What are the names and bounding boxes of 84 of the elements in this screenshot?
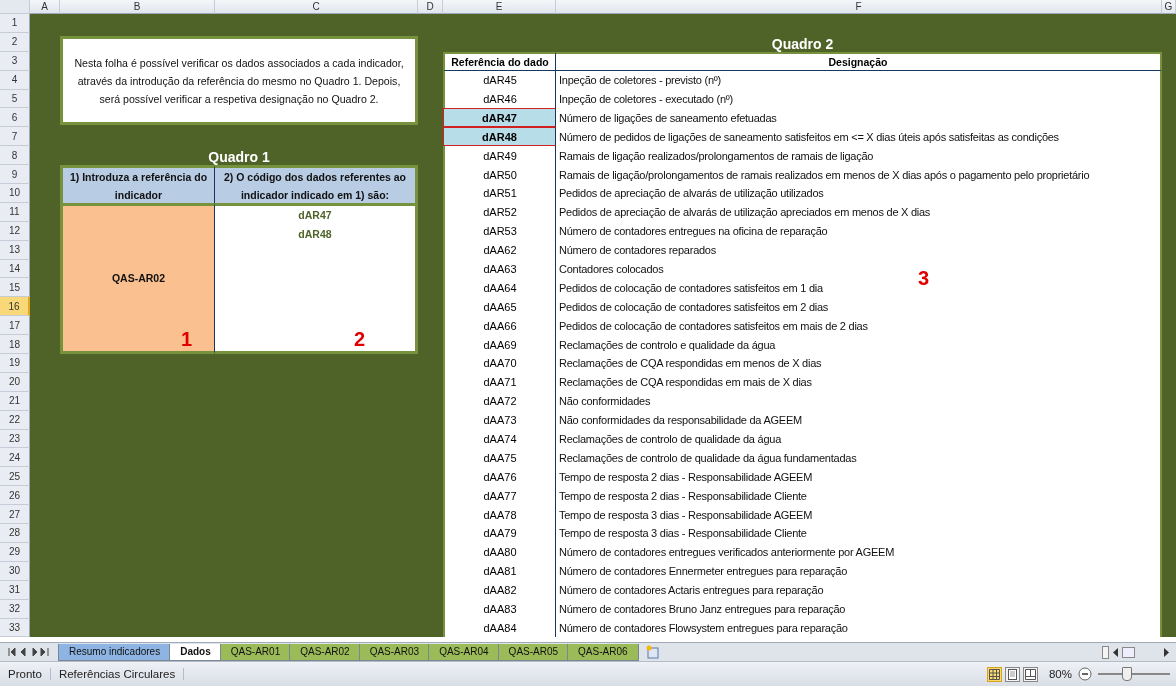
view-button[interactable] — [1022, 666, 1038, 682]
designation-cell: Tempo de resposta 3 dias - Responsabilidade Cliente — [556, 524, 1162, 543]
view-button[interactable] — [986, 666, 1002, 682]
sheet-tab[interactable]: QAS-AR02 — [289, 643, 361, 661]
designation-cell: Tempo de resposta 2 dias - Responsabilidade AGEEM — [556, 467, 1162, 487]
row-header[interactable]: 26 — [0, 486, 30, 506]
status-text: Pronto — [0, 668, 51, 681]
reference-cell: dAR47 — [443, 108, 556, 128]
reference-cell: dAA65 — [443, 297, 556, 317]
annotation-number: 3 — [918, 266, 930, 290]
designation-cell: Número de ligações de saneamento efetuadas — [556, 108, 1162, 128]
reference-cell: dAA76 — [443, 467, 556, 487]
row-header[interactable]: 15 — [0, 278, 30, 298]
reference-cell: dAA79 — [443, 524, 556, 543]
designation-cell: Pedidos de apreciação de alvarás de utilização utilizados — [556, 184, 1162, 203]
reference-cell: dAR50 — [443, 165, 556, 184]
page-break-icon — [1024, 668, 1036, 680]
table-header: 1) Introduza a referência do indicador — [60, 165, 215, 203]
reference-cell: dAA69 — [443, 335, 556, 355]
row-header[interactable]: 18 — [0, 335, 30, 355]
row-header[interactable]: 1 — [0, 14, 30, 33]
designation-cell: Tempo de resposta 2 dias - Responsabilidade Cliente — [556, 486, 1162, 506]
column-header[interactable]: A — [30, 0, 60, 14]
panel-title: Quadro 2 — [770, 34, 835, 52]
row-header[interactable]: 24 — [0, 448, 30, 468]
annotation-number: 1 — [180, 328, 192, 352]
designation-cell: Tempo de resposta 3 dias - Responsabilidade AGEEM — [556, 505, 1162, 525]
row-header[interactable]: 7 — [0, 127, 30, 147]
sheet-tab[interactable]: Dados — [169, 643, 222, 661]
row-header[interactable]: 27 — [0, 505, 30, 525]
sheet-tab[interactable]: QAS-AR01 — [219, 643, 292, 661]
column-header[interactable]: B — [60, 0, 215, 14]
reference-cell: dAA78 — [443, 505, 556, 525]
zoom-out-icon[interactable] — [1078, 667, 1092, 682]
sheet-tab[interactable]: QAS-AR05 — [497, 643, 570, 661]
reference-input-cell[interactable]: QAS-AR02 1 — [60, 202, 215, 355]
reference-cell: dAA64 — [443, 278, 556, 298]
row-header[interactable]: 16 — [0, 297, 30, 317]
table-header: 2) O código dos dados referentes ao indicador indicado em 1) são: — [215, 165, 418, 203]
column-header[interactable]: C — [215, 0, 418, 14]
row-header[interactable]: 10 — [0, 184, 30, 203]
instruction-text: Nesta folha é possível verificar os dados associados a cada indicador, através da introdução da referência do mesmo no Quadro 1. Depois, será possível verificar a respetiva designação no Quadro 2. — [60, 35, 418, 126]
view-button[interactable] — [1004, 666, 1020, 682]
sheet-tab[interactable]: QAS-AR04 — [428, 643, 500, 661]
designation-cell: Pedidos de colocação de contadores satisfeitos em mais de 2 dias — [556, 316, 1162, 336]
row-header[interactable]: 8 — [0, 146, 30, 166]
reference-cell: dAR49 — [443, 146, 556, 166]
status-text: Referências Circulares — [50, 668, 185, 681]
column-header[interactable]: F — [556, 0, 1162, 14]
designation-cell: Ramais de ligação/prolongamentos de ramais realizados em menos de X dias após o pagamento pelo proprietário — [556, 165, 1162, 184]
reference-cell: dAR51 — [443, 184, 556, 203]
reference-cell: dAA66 — [443, 316, 556, 336]
page-layout-icon — [1006, 668, 1018, 680]
reference-cell: dAA77 — [443, 486, 556, 506]
annotation-number: 2 — [353, 328, 365, 352]
designation-cell: Ramais de ligação realizados/prolongamentos de ramais de ligação — [556, 146, 1162, 166]
reference-cell: dAR48 — [443, 127, 556, 147]
designation-cell: Reclamações de controlo de qualidade da água fundamentadas — [556, 448, 1162, 468]
row-header[interactable]: 19 — [0, 354, 30, 373]
slider-thumb[interactable] — [1121, 667, 1132, 682]
row-header[interactable]: 17 — [0, 316, 30, 336]
code-cell-text: dAR47 — [298, 207, 332, 223]
sheet-tab[interactable]: QAS-AR03 — [358, 643, 431, 661]
normal-view-icon — [988, 668, 1000, 680]
column-header[interactable]: D — [418, 0, 443, 14]
row-header[interactable]: 6 — [0, 108, 30, 128]
zoom-level[interactable]: 80% — [1048, 668, 1072, 681]
designation-cell: Pedidos de colocação de contadores satisfeitos em 2 dias — [556, 297, 1162, 317]
reference-value: QAS-AR02 — [111, 272, 166, 285]
reference-cell: dAA70 — [443, 354, 556, 373]
sheet-tab[interactable]: Resumo indicadores — [58, 643, 172, 661]
designation-cell: Reclamações de controlo e qualidade da água — [556, 335, 1162, 355]
row-header[interactable]: 9 — [0, 165, 30, 184]
row-header[interactable]: 25 — [0, 467, 30, 487]
column-header[interactable]: E — [443, 0, 556, 14]
column-header[interactable]: G — [1162, 0, 1176, 14]
code-cell-text: dAR48 — [298, 226, 332, 242]
panel-title: Quadro 1 — [207, 148, 271, 166]
reference-cell: dAA75 — [443, 448, 556, 468]
row-header[interactable]: 28 — [0, 524, 30, 543]
designation-cell: Reclamações de CQA respondidas em menos de X dias — [556, 354, 1162, 373]
designation-cell: Número de pedidos de ligações de saneamento satisfeitos em <= X dias úteis após satisfeitas as condições — [556, 127, 1162, 147]
tab-navigation-drawing[interactable] — [8, 647, 52, 658]
sheet-tab[interactable]: QAS-AR06 — [567, 643, 639, 661]
